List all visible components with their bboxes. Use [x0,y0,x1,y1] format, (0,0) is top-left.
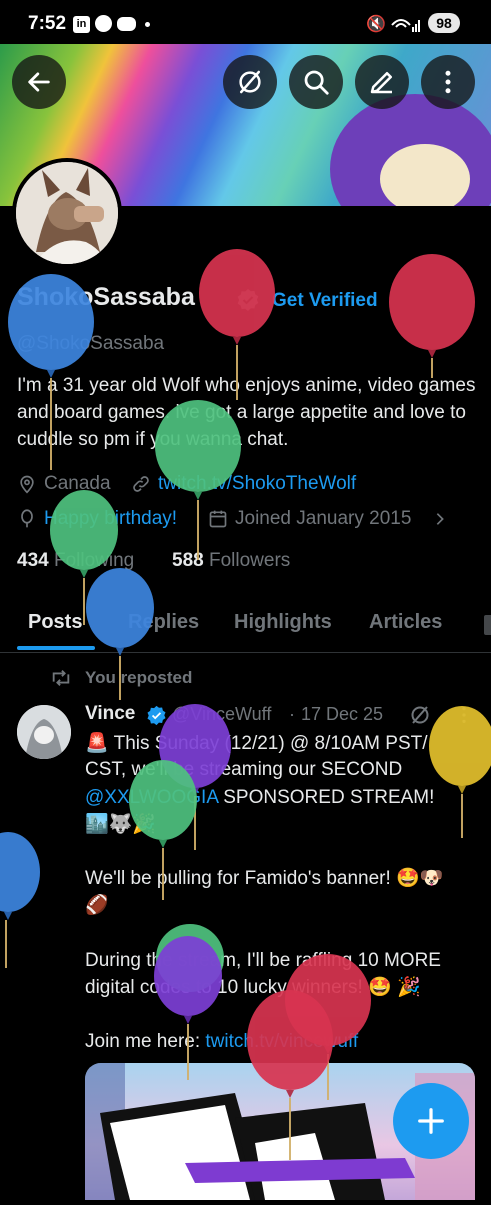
profile-joined: Joined January 2015 [235,508,412,529]
tab-overflow[interactable] [484,615,491,635]
post-text-segment: Join me here: [85,1031,206,1052]
repost-icon [52,670,70,686]
discord-icon [117,17,136,31]
banner-character-face [380,144,470,206]
repost-label: You reposted [85,668,193,687]
profile-location: Canada [44,473,111,494]
post-link[interactable]: twitch.tv/vincewuff [205,1031,358,1052]
circle-slash-icon[interactable] [408,703,432,727]
post-text-segment: SPONSORED STREAM! [217,787,435,808]
post-separator: · [289,704,295,724]
tab-replies[interactable]: Replies [128,611,199,634]
post-text-line: During the stream, I'll be raffling 10 M… [85,950,441,971]
following-stat[interactable]: 434 Following [17,550,134,572]
verified-badge-icon [147,705,166,726]
status-bar: 7:52 in 🔇 98 [0,0,491,44]
post-text-line: 🚨 This Sunday (12/21) @ 8/10AM PST/ [85,733,428,754]
post-date: 17 Dec 25 [301,704,384,724]
post-text-line: CST, we'll be streaming our SECOND [85,759,403,780]
calendar-icon [209,510,227,528]
post-text-line: digital codes to 10 lucky winners! 🤩 🎉 [85,977,421,998]
linkedin-icon: in [73,16,90,33]
following-count: 434 [17,550,49,571]
tab-highlights[interactable]: Highlights [234,611,332,634]
post-emoji-line: 🏙️🐺🎉 [85,814,156,835]
post-author-handle[interactable]: @VinceWuff [172,704,271,725]
mute-icon: 🔇 [366,16,386,33]
balloon-icon [21,509,33,528]
post-author-name[interactable]: Vince [85,703,135,725]
profile-bio: I'm a 31 year old Wolf who enjoys anime,… [17,375,476,450]
search-icon [304,70,329,95]
tabs-divider [0,652,491,653]
edit-icon [370,72,392,94]
balloon-blue [0,832,40,968]
facebook-icon [95,15,112,32]
post-author-avatar[interactable] [17,705,71,759]
arrow-left-icon [28,72,50,92]
wolf-avatar-image [17,705,71,759]
post-text-line: Join me here: twitch.tv/vincewuff [85,1029,358,1055]
followers-label: Followers [208,550,291,571]
post-text-line: 🏈 [85,895,109,916]
back-button[interactable] [12,55,66,109]
more-button[interactable] [421,55,475,109]
more-vertical-icon[interactable] [452,704,476,726]
circle-slash-icon [239,70,261,94]
followers-count: 588 [172,550,204,571]
profile-website-link[interactable]: twitch.tv/ShokoTheWolf [158,473,356,495]
post-text-line: @XXLWOOGIA SPONSORED STREAM! [85,785,434,811]
wolf-avatar-image [16,162,118,264]
battery-indicator: 98 [428,13,460,33]
grok-button[interactable] [223,55,277,109]
verified-badge-icon [237,289,259,311]
avatar[interactable] [12,158,122,268]
plus-icon [418,1108,444,1134]
signal-icon [391,19,420,32]
display-name: ShokoSassaba [17,283,195,311]
notification-dot-icon [145,22,150,27]
compose-post-button[interactable] [393,1083,469,1159]
birthday-link[interactable]: Happy birthday! [44,508,177,530]
balloon-red [389,254,475,378]
status-time: 7:52 [28,13,67,34]
chevron-right-icon[interactable] [432,510,448,528]
tab-articles[interactable]: Articles [369,611,442,634]
get-verified-link[interactable]: Get Verified [272,290,378,312]
following-label: Following [53,550,135,571]
edit-button[interactable] [355,55,409,109]
post-text-line: We'll be pulling for Famido's banner! 🤩🐶 [85,868,444,889]
post-mention-link[interactable]: @XXLWOOGIA [85,787,218,808]
profile-handle: @ShokoSassaba [17,333,165,354]
followers-stat[interactable]: 588 Followers [172,550,290,572]
location-icon [20,475,34,494]
active-tab-indicator [17,646,95,650]
tab-posts[interactable]: Posts [28,611,82,634]
more-vertical-icon [445,70,451,94]
search-button[interactable] [289,55,343,109]
link-icon [133,476,149,492]
